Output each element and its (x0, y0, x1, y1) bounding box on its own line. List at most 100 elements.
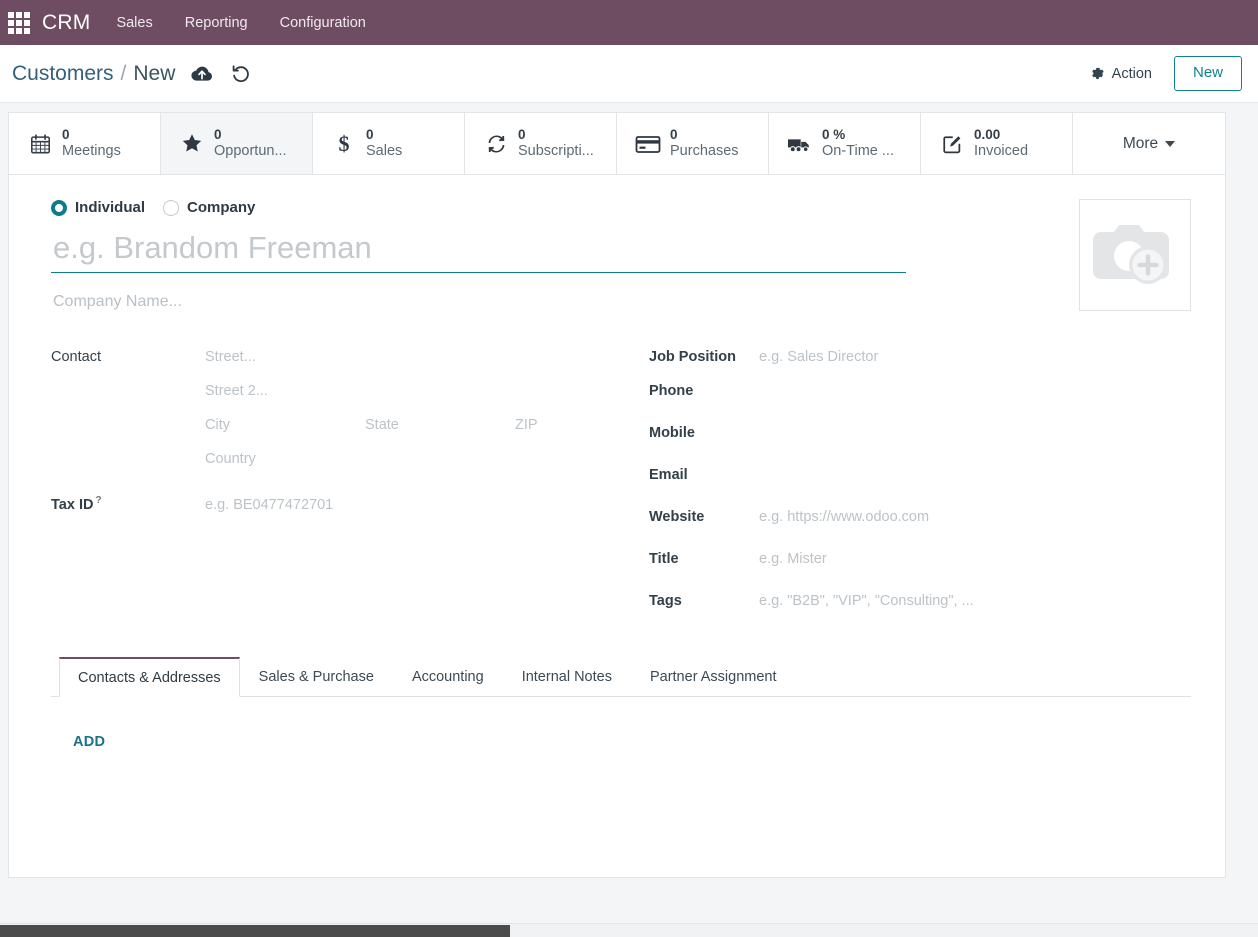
field-row-tags: Tags (649, 589, 1191, 631)
menu-item-sales[interactable]: Sales (100, 0, 168, 45)
company-name-input[interactable] (51, 289, 551, 315)
smart-button-label: On-Time ... (822, 142, 894, 159)
mobile-input[interactable] (757, 421, 1191, 445)
app-brand-crm[interactable]: CRM (38, 11, 100, 35)
tab-contacts-addresses[interactable]: Contacts & Addresses (59, 657, 240, 697)
field-row-phone: Phone (649, 379, 1191, 421)
smart-button-value: 0 (214, 127, 222, 143)
smart-button-label: Invoiced (974, 142, 1029, 159)
form-sheet: 0 Meetings 0 Opportun... $ 0 Sales 0 Sub… (8, 112, 1226, 878)
street2-spacer (51, 391, 203, 395)
contact-label: Contact (51, 349, 101, 365)
notebook: Contacts & Addresses Sales & Purchase Ac… (51, 657, 1191, 867)
smart-button-label: Sales (366, 142, 403, 159)
street-input[interactable] (203, 345, 641, 369)
smart-button-sales[interactable]: $ 0 Sales (313, 113, 465, 174)
tab-partner-assignment[interactable]: Partner Assignment (631, 657, 796, 697)
field-row-street2 (51, 379, 641, 413)
field-row-email: Email (649, 463, 1191, 505)
email-input[interactable] (757, 463, 1191, 487)
smart-button-value: 0 (366, 127, 374, 143)
country-spacer (51, 459, 203, 463)
notebook-tabs: Contacts & Addresses Sales & Purchase Ac… (51, 657, 1191, 697)
cloud-upload-icon[interactable] (191, 65, 213, 83)
country-input[interactable] (203, 447, 641, 471)
smart-button-opportunities[interactable]: 0 Opportun... (161, 113, 313, 174)
radio-individual-label: Individual (75, 199, 146, 216)
tax-id-input[interactable] (203, 492, 641, 517)
control-panel-right: Action New (1084, 56, 1242, 91)
breadcrumb-customers[interactable]: Customers (12, 62, 114, 86)
job-position-input[interactable] (757, 345, 1191, 369)
field-row-website: Website (649, 505, 1191, 547)
street2-input[interactable] (203, 379, 641, 403)
add-contact-button[interactable]: ADD (73, 734, 105, 750)
radio-individual-dot (51, 199, 67, 216)
dollar-icon: $ (331, 132, 357, 156)
tags-input[interactable] (757, 589, 1191, 613)
company-type-radio-group: Individual Company (51, 199, 1191, 216)
phone-input[interactable] (757, 379, 1191, 403)
smart-button-on-time-delivery[interactable]: 0 % On-Time ... (769, 113, 921, 174)
horizontal-scrollbar-thumb[interactable] (0, 925, 510, 937)
top-navbar: CRM Sales Reporting Configuration (0, 0, 1258, 45)
email-label: Email (649, 467, 688, 483)
name-input[interactable] (51, 228, 906, 273)
field-row-tax-id: Tax ID? (51, 491, 641, 525)
smart-button-label: Meetings (62, 142, 121, 159)
smart-button-invoiced[interactable]: 0.00 Invoiced (921, 113, 1073, 174)
action-menu-button[interactable]: Action (1084, 62, 1158, 86)
field-row-address: Contact (51, 345, 641, 379)
refresh-icon (483, 133, 509, 155)
action-label: Action (1111, 65, 1152, 82)
tab-sales-purchase[interactable]: Sales & Purchase (240, 657, 393, 697)
avatar-upload[interactable] (1079, 199, 1191, 311)
zip-input[interactable] (513, 413, 633, 437)
smart-button-value: 0 (518, 127, 526, 143)
tab-internal-notes[interactable]: Internal Notes (503, 657, 631, 697)
camera-add-icon (1089, 215, 1181, 295)
credit-card-icon (635, 134, 661, 154)
title-input[interactable] (757, 547, 1191, 571)
website-input[interactable] (757, 505, 1191, 529)
field-row-title: Title (649, 547, 1191, 589)
vertical-scrollbar[interactable] (1250, 103, 1258, 936)
job-position-label: Job Position (649, 349, 736, 365)
apps-grid-icon[interactable] (6, 10, 32, 36)
menu-item-configuration[interactable]: Configuration (264, 0, 382, 45)
horizontal-scrollbar[interactable] (0, 923, 1258, 937)
city-spacer (51, 425, 203, 429)
smart-button-more[interactable]: More (1073, 113, 1225, 174)
smart-button-purchases[interactable]: 0 Purchases (617, 113, 769, 174)
new-button[interactable]: New (1173, 56, 1242, 91)
smart-button-value: 0 (62, 127, 70, 143)
title-label: Title (649, 551, 679, 567)
smart-button-meetings[interactable]: 0 Meetings (9, 113, 161, 174)
more-label: More (1122, 134, 1159, 152)
state-input[interactable] (363, 413, 513, 437)
radio-company[interactable]: Company (163, 199, 255, 216)
radio-company-label: Company (187, 199, 256, 216)
form-column-left: Contact Street... Street 2... City State… (51, 345, 641, 631)
radio-individual[interactable]: Individual (51, 199, 145, 216)
smart-button-subscriptions[interactable]: 0 Subscripti... (465, 113, 617, 174)
menu-item-reporting[interactable]: Reporting (169, 0, 264, 45)
record-actions (191, 64, 251, 83)
gear-icon (1090, 66, 1105, 81)
smart-button-box: 0 Meetings 0 Opportun... $ 0 Sales 0 Sub… (9, 113, 1225, 175)
website-label: Website (649, 509, 705, 525)
svg-text:$: $ (339, 132, 350, 156)
field-row-job-position: Job Position (649, 345, 1191, 379)
city-input[interactable] (203, 413, 363, 437)
content-area: 0 Meetings 0 Opportun... $ 0 Sales 0 Sub… (0, 103, 1258, 936)
tab-accounting[interactable]: Accounting (393, 657, 503, 697)
tags-label: Tags (649, 593, 682, 609)
field-row-country (51, 447, 641, 481)
tax-id-help-icon[interactable]: ? (95, 495, 101, 506)
undo-icon[interactable] (231, 64, 251, 83)
radio-company-dot (163, 199, 180, 216)
tax-id-label-text: Tax ID (51, 496, 94, 513)
control-panel: Customers / New Action New (0, 45, 1258, 103)
smart-button-value: 0 % (822, 127, 846, 143)
form-column-right: Job Position Phone Mobile (641, 345, 1191, 631)
